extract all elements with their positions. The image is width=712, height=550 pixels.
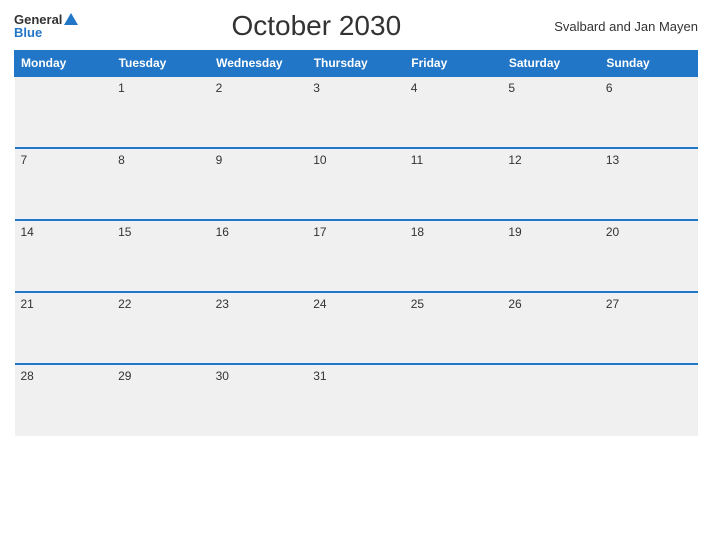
day-number: 5	[508, 81, 515, 95]
calendar-cell: 2	[210, 76, 308, 148]
calendar-cell: 25	[405, 292, 503, 364]
logo-triangle-icon	[64, 13, 78, 25]
weekday-header-sunday: Sunday	[600, 51, 698, 77]
day-number: 13	[606, 153, 619, 167]
day-number: 15	[118, 225, 131, 239]
weekday-header-friday: Friday	[405, 51, 503, 77]
calendar-cell: 20	[600, 220, 698, 292]
day-number: 4	[411, 81, 418, 95]
day-number: 23	[216, 297, 229, 311]
calendar-cell: 17	[307, 220, 405, 292]
calendar-cell: 9	[210, 148, 308, 220]
calendar-cell: 8	[112, 148, 210, 220]
calendar-cell: 31	[307, 364, 405, 436]
calendar-cell	[405, 364, 503, 436]
calendar-cell: 29	[112, 364, 210, 436]
day-number: 31	[313, 369, 326, 383]
calendar-cell: 22	[112, 292, 210, 364]
calendar-cell: 16	[210, 220, 308, 292]
calendar-container: General Blue October 2030 Svalbard and J…	[0, 0, 712, 550]
day-number: 12	[508, 153, 521, 167]
month-title: October 2030	[231, 10, 401, 42]
calendar-cell: 4	[405, 76, 503, 148]
day-number: 2	[216, 81, 223, 95]
week-row-1: 1 2 3 4 5 6	[15, 76, 698, 148]
day-number: 17	[313, 225, 326, 239]
day-number: 16	[216, 225, 229, 239]
calendar-cell: 1	[112, 76, 210, 148]
calendar-cell: 10	[307, 148, 405, 220]
weekday-header-monday: Monday	[15, 51, 113, 77]
day-number: 25	[411, 297, 424, 311]
calendar-table: MondayTuesdayWednesdayThursdayFridaySatu…	[14, 50, 698, 436]
day-number: 3	[313, 81, 320, 95]
calendar-cell: 3	[307, 76, 405, 148]
calendar-cell	[600, 364, 698, 436]
week-row-2: 7 8 9 10 11 12 13	[15, 148, 698, 220]
day-number: 8	[118, 153, 125, 167]
calendar-cell: 5	[502, 76, 600, 148]
day-number: 11	[411, 153, 423, 167]
calendar-cell: 18	[405, 220, 503, 292]
week-row-5: 28 29 30 31	[15, 364, 698, 436]
weekday-header-thursday: Thursday	[307, 51, 405, 77]
logo-blue-text: Blue	[14, 26, 42, 39]
day-number: 9	[216, 153, 223, 167]
day-number: 20	[606, 225, 619, 239]
day-number: 26	[508, 297, 521, 311]
calendar-cell: 30	[210, 364, 308, 436]
calendar-cell: 7	[15, 148, 113, 220]
day-number: 14	[21, 225, 34, 239]
calendar-cell: 21	[15, 292, 113, 364]
weekday-header-saturday: Saturday	[502, 51, 600, 77]
day-number: 24	[313, 297, 326, 311]
calendar-cell	[15, 76, 113, 148]
day-number: 7	[21, 153, 28, 167]
calendar-cell: 11	[405, 148, 503, 220]
weekday-header-tuesday: Tuesday	[112, 51, 210, 77]
day-number: 28	[21, 369, 34, 383]
day-number: 6	[606, 81, 613, 95]
weekday-header-row: MondayTuesdayWednesdayThursdayFridaySatu…	[15, 51, 698, 77]
calendar-cell: 28	[15, 364, 113, 436]
week-row-3: 14 15 16 17 18 19 20	[15, 220, 698, 292]
day-number: 30	[216, 369, 229, 383]
day-number: 1	[118, 81, 125, 95]
weekday-header-wednesday: Wednesday	[210, 51, 308, 77]
day-number: 22	[118, 297, 131, 311]
calendar-cell: 26	[502, 292, 600, 364]
calendar-cell: 27	[600, 292, 698, 364]
calendar-cell: 24	[307, 292, 405, 364]
calendar-cell: 23	[210, 292, 308, 364]
day-number: 18	[411, 225, 424, 239]
calendar-cell: 19	[502, 220, 600, 292]
calendar-cell: 12	[502, 148, 600, 220]
day-number: 29	[118, 369, 131, 383]
calendar-cell: 13	[600, 148, 698, 220]
calendar-cell: 15	[112, 220, 210, 292]
logo: General Blue	[14, 13, 78, 39]
calendar-cell: 14	[15, 220, 113, 292]
day-number: 27	[606, 297, 619, 311]
calendar-cell	[502, 364, 600, 436]
day-number: 10	[313, 153, 326, 167]
calendar-cell: 6	[600, 76, 698, 148]
week-row-4: 21 22 23 24 25 26 27	[15, 292, 698, 364]
region-name: Svalbard and Jan Mayen	[554, 19, 698, 34]
day-number: 19	[508, 225, 521, 239]
day-number: 21	[21, 297, 34, 311]
calendar-header: General Blue October 2030 Svalbard and J…	[14, 10, 698, 42]
